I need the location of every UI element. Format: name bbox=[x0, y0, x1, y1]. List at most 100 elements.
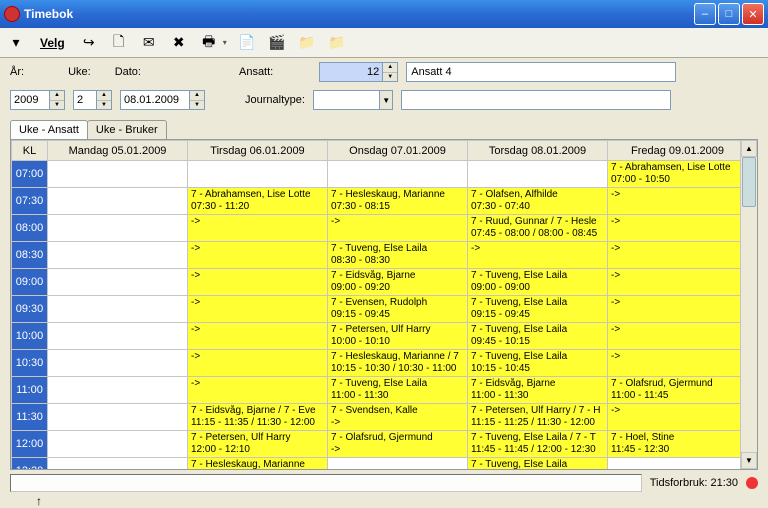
schedule-cell[interactable]: -> bbox=[608, 296, 741, 323]
year-input[interactable]: ▲▼ bbox=[10, 90, 65, 110]
col-mon[interactable]: Mandag 05.01.2009 bbox=[48, 141, 188, 161]
hour-cell[interactable]: 10:00 bbox=[12, 323, 48, 350]
combo-dropdown-icon[interactable]: ▼ bbox=[379, 91, 392, 109]
uke-input[interactable]: ▲▼ bbox=[73, 90, 112, 110]
hour-cell[interactable]: 08:30 bbox=[12, 242, 48, 269]
schedule-cell[interactable]: -> bbox=[188, 377, 328, 404]
maximize-button[interactable]: □ bbox=[718, 3, 740, 25]
hour-cell[interactable]: 11:30 bbox=[12, 404, 48, 431]
schedule-cell[interactable]: 7 - Abrahamsen, Lise Lotte07:00 - 10:50 bbox=[608, 161, 741, 188]
schedule-cell[interactable]: -> bbox=[188, 269, 328, 296]
schedule-cell[interactable]: 7 - Tuveng, Else Laila09:00 - 09:00 bbox=[468, 269, 608, 296]
schedule-cell[interactable] bbox=[48, 323, 188, 350]
schedule-cell[interactable]: 7 - Ruud, Gunnar / 7 - Hesle07:45 - 08:0… bbox=[468, 215, 608, 242]
schedule-cell[interactable] bbox=[468, 161, 608, 188]
mail-icon[interactable]: ✉ bbox=[139, 33, 159, 53]
dato-input[interactable]: ▲▼ bbox=[120, 90, 205, 110]
schedule-cell[interactable] bbox=[608, 458, 741, 470]
new-icon[interactable]: 🗋 bbox=[109, 33, 129, 53]
schedule-cell[interactable]: -> bbox=[328, 215, 468, 242]
schedule-cell[interactable]: 7 - Petersen, Ulf Harry12:00 - 12:10 bbox=[188, 431, 328, 458]
tool-icon[interactable]: 🎬 bbox=[267, 33, 287, 53]
down-icon[interactable]: ▼ bbox=[383, 73, 397, 82]
schedule-cell[interactable]: 7 - Hesleskaug, Marianne07:30 - 08:15 bbox=[328, 188, 468, 215]
col-thu[interactable]: Torsdag 08.01.2009 bbox=[468, 141, 608, 161]
schedule-cell[interactable]: 7 - Eidsvåg, Bjarne / 7 - Eve11:15 - 11:… bbox=[188, 404, 328, 431]
up-icon[interactable]: ▲ bbox=[190, 91, 204, 101]
schedule-cell[interactable]: -> bbox=[608, 350, 741, 377]
schedule-cell[interactable] bbox=[188, 161, 328, 188]
schedule-cell[interactable]: -> bbox=[468, 242, 608, 269]
schedule-cell[interactable]: -> bbox=[608, 215, 741, 242]
schedule-cell[interactable]: -> bbox=[608, 269, 741, 296]
scroll-track[interactable] bbox=[741, 157, 757, 452]
schedule-cell[interactable] bbox=[48, 296, 188, 323]
schedule-cell[interactable]: 7 - Tuveng, Else Laila09:45 - 10:15 bbox=[468, 323, 608, 350]
schedule-cell[interactable]: 7 - Hesleskaug, Marianne / 710:15 - 10:3… bbox=[328, 350, 468, 377]
up-icon[interactable]: ▲ bbox=[97, 91, 111, 101]
up-icon[interactable]: ▲ bbox=[383, 63, 397, 73]
schedule-cell[interactable]: -> bbox=[188, 215, 328, 242]
print-dropdown[interactable]: ▾ bbox=[223, 38, 227, 47]
schedule-cell[interactable]: 7 - Tuveng, Else Laila09:15 - 09:45 bbox=[468, 296, 608, 323]
schedule-cell[interactable]: 7 - Tuveng, Else Laila11:00 - 11:30 bbox=[328, 377, 468, 404]
schedule-cell[interactable] bbox=[48, 215, 188, 242]
uke-field[interactable] bbox=[74, 91, 96, 109]
folder2-icon[interactable]: 📁 bbox=[327, 33, 347, 53]
schedule-cell[interactable]: 7 - Olafsrud, Gjermund-> bbox=[328, 431, 468, 458]
schedule-cell[interactable]: 7 - Petersen, Ulf Harry10:00 - 10:10 bbox=[328, 323, 468, 350]
col-kl[interactable]: KL bbox=[12, 141, 48, 161]
schedule-cell[interactable]: 7 - Tuveng, Else Laila08:30 - 08:30 bbox=[328, 242, 468, 269]
tab-uke-ansatt[interactable]: Uke - Ansatt bbox=[10, 120, 88, 139]
exit-icon[interactable]: ↪ bbox=[79, 33, 99, 53]
down-icon[interactable]: ▼ bbox=[97, 101, 111, 110]
schedule-cell[interactable]: 7 - Hesleskaug, Marianne12:15 - 12:30 bbox=[188, 458, 328, 470]
schedule-cell[interactable]: 7 - Abrahamsen, Lise Lotte07:30 - 11:20 bbox=[188, 188, 328, 215]
ansatt-number-field[interactable] bbox=[320, 63, 382, 81]
schedule-cell[interactable]: -> bbox=[188, 242, 328, 269]
hour-cell[interactable]: 08:00 bbox=[12, 215, 48, 242]
schedule-cell[interactable] bbox=[48, 377, 188, 404]
delete-icon[interactable]: ✖ bbox=[169, 33, 189, 53]
vertical-scrollbar[interactable]: ▲ ▼ bbox=[740, 140, 757, 469]
minimize-button[interactable]: – bbox=[694, 3, 716, 25]
schedule-cell[interactable] bbox=[328, 161, 468, 188]
schedule-cell[interactable]: 7 - Petersen, Ulf Harry / 7 - H11:15 - 1… bbox=[468, 404, 608, 431]
schedule-cell[interactable]: 7 - Tuveng, Else Laila12:30 - 13:00 bbox=[468, 458, 608, 470]
schedule-cell[interactable] bbox=[48, 350, 188, 377]
hour-cell[interactable]: 09:00 bbox=[12, 269, 48, 296]
ansatt-name-field[interactable] bbox=[406, 62, 676, 82]
schedule-cell[interactable] bbox=[48, 242, 188, 269]
scroll-up-icon[interactable]: ▲ bbox=[741, 140, 757, 157]
folder1-icon[interactable]: 📁 bbox=[297, 33, 317, 53]
schedule-cell[interactable]: 7 - Tuveng, Else Laila10:15 - 10:45 bbox=[468, 350, 608, 377]
schedule-cell[interactable] bbox=[48, 188, 188, 215]
schedule-cell[interactable] bbox=[328, 458, 468, 470]
journaltype-field[interactable] bbox=[314, 91, 379, 109]
dato-field[interactable] bbox=[121, 91, 189, 109]
schedule-cell[interactable]: -> bbox=[188, 350, 328, 377]
ansatt-number-input[interactable]: ▲▼ bbox=[319, 62, 398, 82]
up-icon[interactable]: ▲ bbox=[50, 91, 64, 101]
journaltype-combo[interactable]: ▼ bbox=[313, 90, 393, 110]
schedule-cell[interactable]: 7 - Evensen, Rudolph09:15 - 09:45 bbox=[328, 296, 468, 323]
hour-cell[interactable]: 11:00 bbox=[12, 377, 48, 404]
schedule-cell[interactable]: 7 - Tuveng, Else Laila / 7 - T11:45 - 11… bbox=[468, 431, 608, 458]
print-icon[interactable]: 🖶 bbox=[199, 33, 219, 53]
copy-icon[interactable]: 📄 bbox=[237, 33, 257, 53]
schedule-cell[interactable]: -> bbox=[608, 404, 741, 431]
journaltype-desc-field[interactable] bbox=[401, 90, 671, 110]
col-tue[interactable]: Tirsdag 06.01.2009 bbox=[188, 141, 328, 161]
scroll-down-icon[interactable]: ▼ bbox=[741, 452, 757, 469]
close-button[interactable]: ✕ bbox=[742, 3, 764, 25]
schedule-cell[interactable]: 7 - Olafsrud, Gjermund11:00 - 11:45 bbox=[608, 377, 741, 404]
down-icon[interactable]: ▼ bbox=[190, 101, 204, 110]
schedule-cell[interactable]: -> bbox=[608, 242, 741, 269]
col-fri[interactable]: Fredag 09.01.2009 bbox=[608, 141, 741, 161]
hour-cell[interactable]: 12:00 bbox=[12, 431, 48, 458]
hour-cell[interactable]: 09:30 bbox=[12, 296, 48, 323]
schedule-cell[interactable]: -> bbox=[188, 323, 328, 350]
down-icon[interactable]: ▼ bbox=[50, 101, 64, 110]
tab-uke-bruker[interactable]: Uke - Bruker bbox=[87, 120, 167, 139]
schedule-cell[interactable] bbox=[48, 431, 188, 458]
